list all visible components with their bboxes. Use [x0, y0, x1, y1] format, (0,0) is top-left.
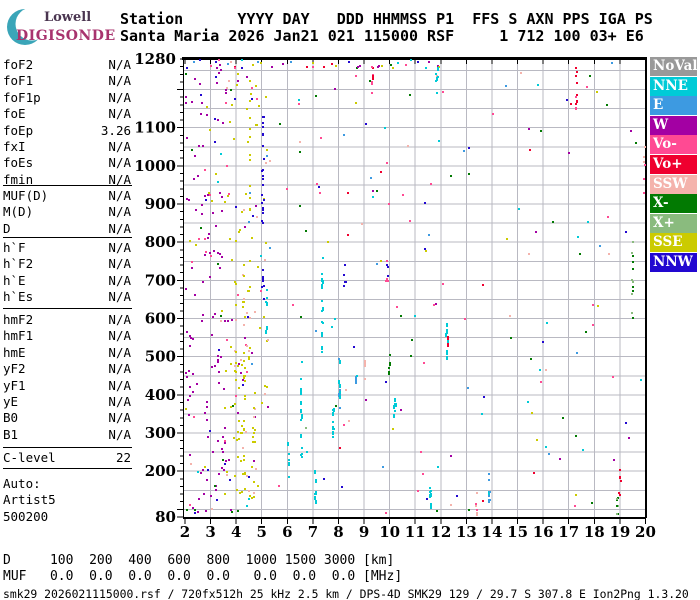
x-tick-label: 15 — [507, 523, 528, 541]
x-tick-label: 17 — [558, 523, 579, 541]
muf-row: MUF 0.0 0.0 0.0 0.0 0.0 0.0 0.0 0.0 [MHz… — [3, 569, 403, 584]
x-tick-label: 16 — [533, 523, 554, 541]
x-tick-label: 20 — [635, 523, 656, 541]
ionogram-screen: Lowell DIGISONDE Station YYYY DAY DDD HH… — [0, 0, 700, 600]
legend-item-e: E — [650, 96, 697, 116]
ionogram-plot: 1280 1100 1000 900 800 700 600 500 400 300 200 802 3… — [134, 50, 656, 541]
x-tick-label: 12 — [430, 523, 451, 541]
y-tick-label: 1000 — [134, 157, 176, 175]
y-tick-label: 80 — [155, 508, 176, 526]
legend-item-w: W — [650, 115, 697, 135]
y-tick-label: 700 — [145, 271, 176, 289]
y-tick-label: 300 — [145, 424, 176, 442]
legend-item-nne: NNE — [650, 76, 697, 96]
x-tick-label: 14 — [482, 523, 503, 541]
x-tick-label: 11 — [405, 523, 426, 541]
legend-item-ssw: SSW — [650, 174, 697, 194]
x-tick-label: 2 — [180, 523, 190, 541]
legend-item-sse: SSE — [650, 233, 697, 253]
x-tick-label: 13 — [456, 523, 477, 541]
status-line: smk29_2026021115000.rsf / 720fx512h 25 k… — [3, 587, 689, 600]
y-tick-label: 400 — [145, 386, 176, 404]
x-tick-label: 8 — [333, 523, 343, 541]
x-tick-label: 6 — [282, 523, 292, 541]
legend-item-x: X+ — [650, 213, 697, 233]
legend-item-nnw: NNW — [650, 253, 697, 272]
d-muf-table: D 100 200 400 600 800 1000 1500 3000 [km… — [3, 553, 402, 585]
x-tick-label: 9 — [359, 523, 369, 541]
x-tick-label: 7 — [308, 523, 318, 541]
x-tick-label: 3 — [205, 523, 215, 541]
x-tick-label: 10 — [379, 523, 400, 541]
y-tick-label: 1280 — [134, 50, 176, 68]
legend-item-noval: NoVal — [650, 57, 697, 76]
y-tick-label: 900 — [145, 195, 176, 213]
y-tick-label: 600 — [145, 310, 176, 328]
x-tick-label: 18 — [584, 523, 605, 541]
x-tick-label: 19 — [609, 523, 630, 541]
y-tick-label: 1100 — [134, 119, 176, 137]
y-tick-label: 800 — [145, 233, 176, 251]
x-tick-label: 4 — [231, 523, 241, 541]
y-tick-label: 200 — [145, 462, 176, 480]
legend-item-vo: Vo+ — [650, 155, 697, 174]
legend-item-vo: Vo- — [650, 135, 697, 155]
d-row: D 100 200 400 600 800 1000 1500 3000 [km… — [3, 553, 395, 568]
legend-item-x: X- — [650, 194, 697, 214]
y-tick-label: 500 — [145, 348, 176, 366]
x-tick-label: 5 — [257, 523, 267, 541]
